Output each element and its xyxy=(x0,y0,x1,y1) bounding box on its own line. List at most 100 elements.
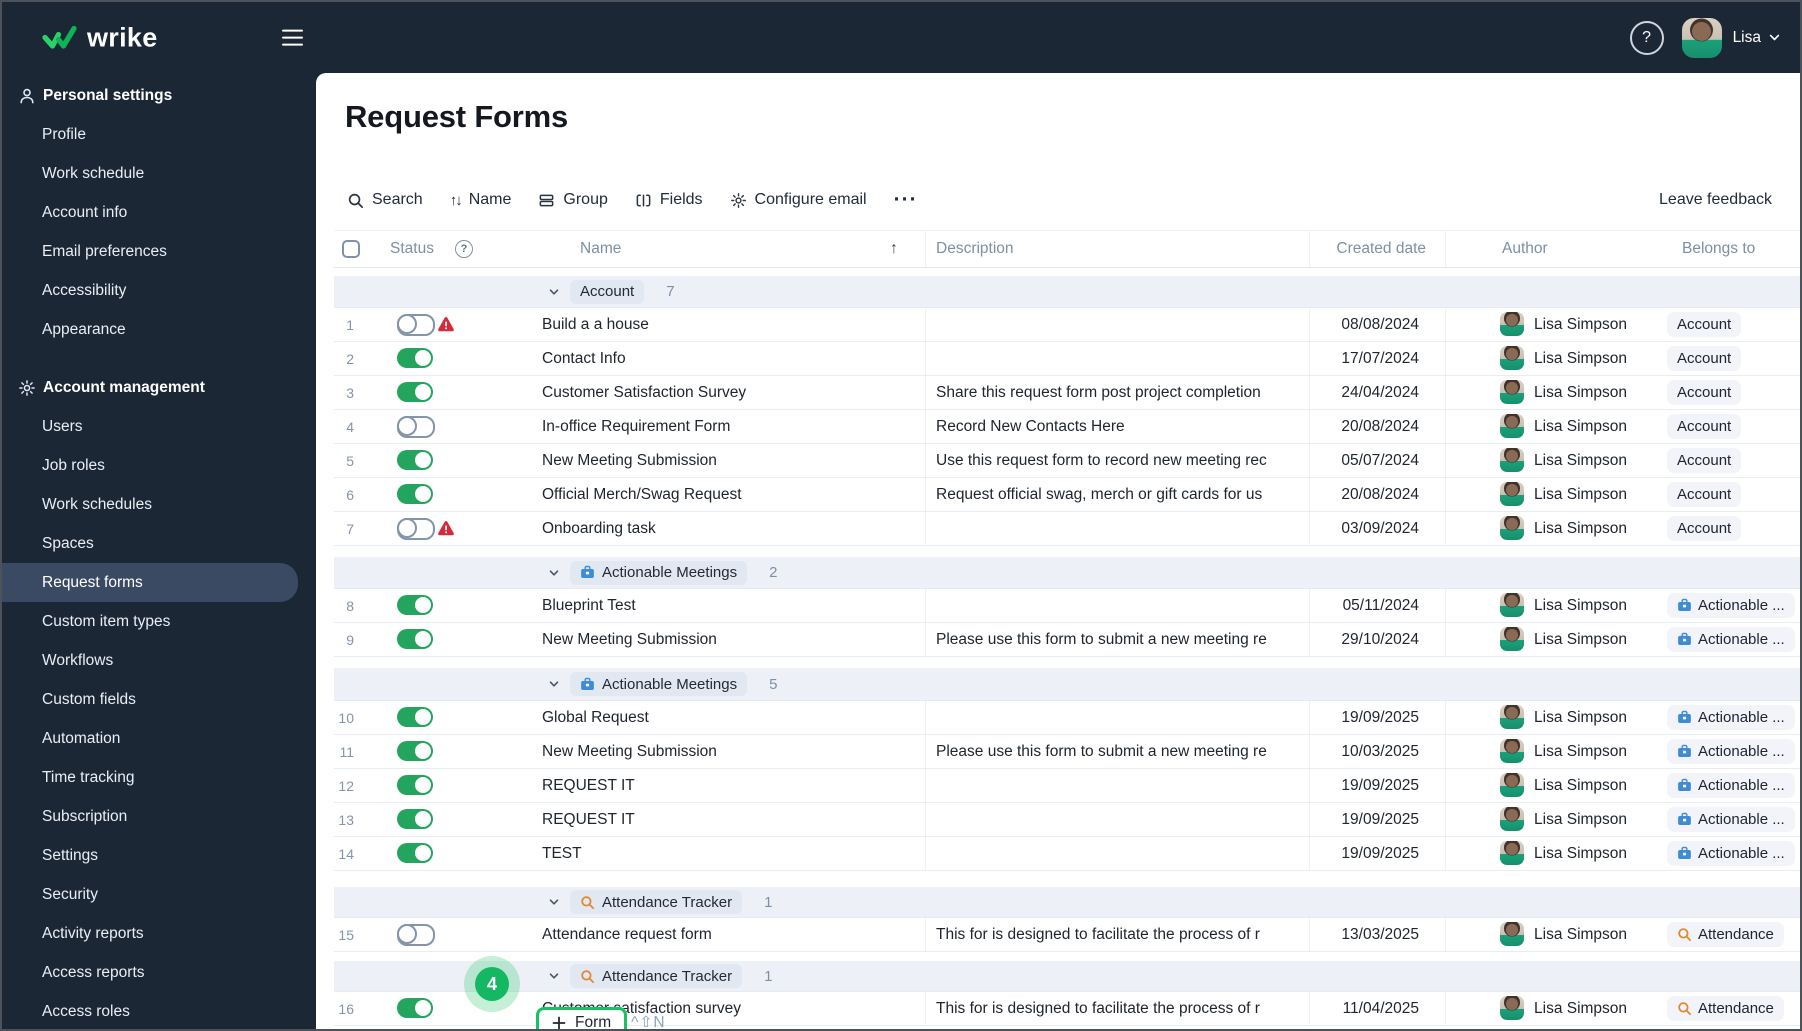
form-name[interactable]: New Meeting Submission xyxy=(542,623,717,656)
table-row[interactable]: 8 Blueprint Test 05/11/2024 Lisa Simpson Act… xyxy=(334,589,1800,623)
group-chip[interactable]: Attendance Tracker xyxy=(570,964,743,988)
belongs-to-chip[interactable]: Account xyxy=(1667,346,1742,371)
sidebar-item-profile[interactable]: Profile xyxy=(2,115,316,154)
sidebar-item-email-preferences[interactable]: Email preferences xyxy=(2,232,316,271)
sidebar-item-work-schedule[interactable]: Work schedule xyxy=(2,154,316,193)
status-toggle[interactable] xyxy=(397,998,433,1018)
sidebar-item-appearance[interactable]: Appearance xyxy=(2,310,316,349)
group-chip[interactable]: Account xyxy=(570,279,645,304)
sidebar-item-time-tracking[interactable]: Time tracking xyxy=(2,758,316,797)
more-actions-button[interactable]: ··· xyxy=(894,189,918,210)
chevron-down-icon[interactable] xyxy=(1768,31,1781,44)
status-toggle[interactable] xyxy=(397,775,433,795)
group-chip[interactable]: Attendance Tracker xyxy=(570,890,743,914)
table-row[interactable]: 10 Global Request 19/09/2025 Lisa Simpson Ac… xyxy=(334,701,1800,735)
sidebar-item-subscription[interactable]: Subscription xyxy=(2,797,316,836)
form-name[interactable]: New Meeting Submission xyxy=(542,735,717,768)
form-name[interactable]: Blueprint Test xyxy=(542,589,636,622)
table-row[interactable]: 4 In-office Requirement Form Record New Co… xyxy=(334,410,1800,444)
status-toggle[interactable] xyxy=(397,348,433,368)
chevron-down-icon[interactable] xyxy=(548,286,560,298)
select-all-checkbox[interactable] xyxy=(342,240,360,258)
status-toggle[interactable] xyxy=(397,707,433,727)
table-row[interactable]: 6 Official Merch/Swag Request Request offi… xyxy=(334,478,1800,512)
sidebar-item-activity-reports[interactable]: Activity reports xyxy=(2,914,316,953)
table-row[interactable]: 3 Customer Satisfaction Survey Share this … xyxy=(334,376,1800,410)
status-help-icon[interactable]: ? xyxy=(455,240,473,258)
status-toggle[interactable] xyxy=(397,924,435,946)
table-row[interactable]: 9 New Meeting Submission Please use this f… xyxy=(334,623,1800,657)
belongs-to-chip[interactable]: Attendance xyxy=(1667,922,1784,947)
wrike-logo[interactable]: wrike xyxy=(42,22,158,53)
sidebar-item-spaces[interactable]: Spaces xyxy=(2,524,316,563)
chevron-down-icon[interactable] xyxy=(548,896,560,908)
belongs-to-chip[interactable]: Actionable ... xyxy=(1667,773,1795,798)
sidebar-item-job-roles[interactable]: Job roles xyxy=(2,446,316,485)
sidebar-item-security[interactable]: Security xyxy=(2,875,316,914)
status-toggle[interactable] xyxy=(397,518,435,540)
belongs-to-chip[interactable]: Account xyxy=(1667,516,1742,541)
form-name[interactable]: TEST xyxy=(542,837,582,870)
sort-button[interactable]: ↑↓ Name xyxy=(450,191,512,209)
group-button[interactable]: Group xyxy=(538,191,608,209)
table-row[interactable]: 11 New Meeting Submission Please use this … xyxy=(334,735,1800,769)
sidebar-item-accessibility[interactable]: Accessibility xyxy=(2,271,316,310)
sidebar-item-custom-item-types[interactable]: Custom item types xyxy=(2,602,316,641)
form-name[interactable]: Build a a house xyxy=(542,308,649,341)
user-avatar[interactable] xyxy=(1681,17,1722,58)
form-name[interactable]: REQUEST IT xyxy=(542,803,635,836)
form-name[interactable]: Global Request xyxy=(542,701,649,734)
status-toggle[interactable] xyxy=(397,484,433,504)
status-toggle[interactable] xyxy=(397,595,433,615)
search-button[interactable]: Search xyxy=(347,191,423,209)
sidebar-item-request-forms[interactable]: Request forms xyxy=(2,563,298,602)
status-toggle[interactable] xyxy=(397,843,433,863)
column-header-description[interactable]: Description xyxy=(936,231,1014,267)
sidebar-item-settings[interactable]: Settings xyxy=(2,836,316,875)
belongs-to-chip[interactable]: Actionable ... xyxy=(1667,841,1795,866)
belongs-to-chip[interactable]: Actionable ... xyxy=(1667,807,1795,832)
form-name[interactable]: New Meeting Submission xyxy=(542,444,717,477)
table-row[interactable]: 14 TEST 19/09/2025 Lisa Simpson Actionable .… xyxy=(334,837,1800,871)
belongs-to-chip[interactable]: Actionable ... xyxy=(1667,593,1795,618)
status-toggle[interactable] xyxy=(397,314,435,336)
belongs-to-chip[interactable]: Account xyxy=(1667,448,1742,473)
column-header-status[interactable]: Status xyxy=(390,231,434,267)
status-toggle[interactable] xyxy=(397,382,433,402)
table-row[interactable]: 1 Build a a house 08/08/2024 Lisa Simpson Ac… xyxy=(334,308,1800,342)
table-row[interactable]: 7 Onboarding task 03/09/2024 Lisa Simpson Ac… xyxy=(334,512,1800,546)
form-name[interactable]: Onboarding task xyxy=(542,512,656,545)
sidebar-item-work-schedules[interactable]: Work schedules xyxy=(2,485,316,524)
table-row[interactable]: 15 Attendance request form This for is des… xyxy=(334,918,1800,952)
belongs-to-chip[interactable]: Account xyxy=(1667,414,1742,439)
form-name[interactable]: Customer Satisfaction Survey xyxy=(542,376,746,409)
configure-email-button[interactable]: Configure email xyxy=(730,191,867,209)
add-form-button[interactable]: Form xyxy=(536,1007,628,1029)
sort-ascending-icon[interactable]: ↑ xyxy=(890,231,898,267)
belongs-to-chip[interactable]: Account xyxy=(1667,482,1742,507)
status-toggle[interactable] xyxy=(397,741,433,761)
leave-feedback-link[interactable]: Leave feedback xyxy=(1659,185,1772,215)
sidebar-item-access-roles[interactable]: Access roles xyxy=(2,992,316,1029)
status-toggle[interactable] xyxy=(397,809,433,829)
table-row[interactable]: 13 REQUEST IT 19/09/2025 Lisa Simpson Action… xyxy=(334,803,1800,837)
column-header-name[interactable]: Name xyxy=(580,231,621,267)
column-header-belongs-to[interactable]: Belongs to xyxy=(1682,231,1755,267)
sidebar-item-users[interactable]: Users xyxy=(2,407,316,446)
sidebar-item-access-reports[interactable]: Access reports xyxy=(2,953,316,992)
form-name[interactable]: Official Merch/Swag Request xyxy=(542,478,742,511)
sidebar-item-account-info[interactable]: Account info xyxy=(2,193,316,232)
group-chip[interactable]: Actionable Meetings xyxy=(570,672,748,696)
column-header-author[interactable]: Author xyxy=(1502,231,1548,267)
status-toggle[interactable] xyxy=(397,416,435,438)
table-row[interactable]: 2 Contact Info 17/07/2024 Lisa Simpson Accou… xyxy=(334,342,1800,376)
user-name[interactable]: Lisa xyxy=(1733,29,1761,47)
group-chip[interactable]: Actionable Meetings xyxy=(570,560,748,585)
belongs-to-chip[interactable]: Account xyxy=(1667,380,1742,405)
sidebar-item-workflows[interactable]: Workflows xyxy=(2,641,316,680)
form-name[interactable]: In-office Requirement Form xyxy=(542,410,730,443)
status-toggle[interactable] xyxy=(397,629,433,649)
belongs-to-chip[interactable]: Attendance xyxy=(1667,996,1784,1021)
fields-button[interactable]: Fields xyxy=(635,191,703,209)
chevron-down-icon[interactable] xyxy=(548,567,560,579)
